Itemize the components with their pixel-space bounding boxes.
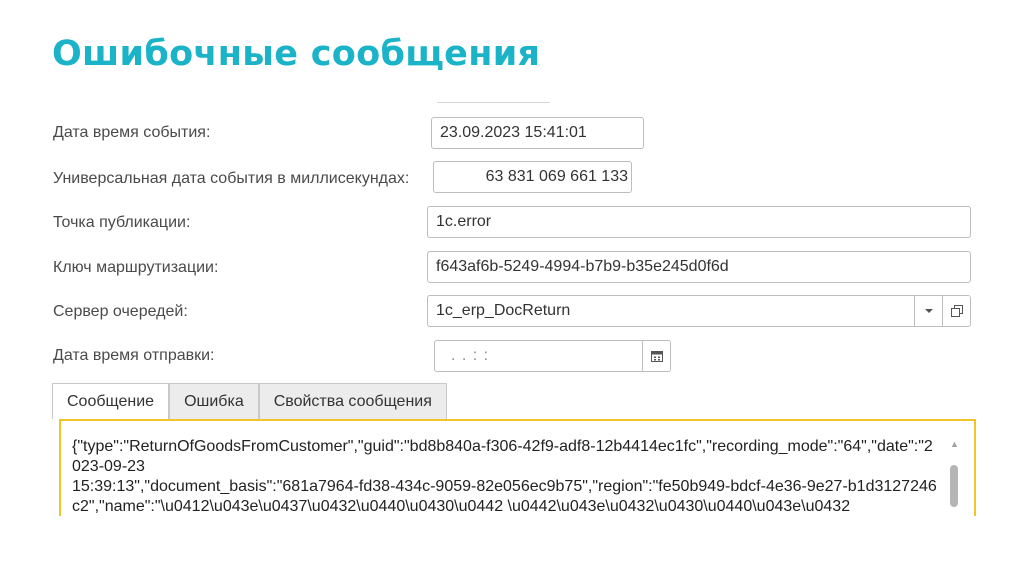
universal-ms-field[interactable]: 63 831 069 661 133: [433, 161, 632, 193]
scroll-up-icon[interactable]: ▲: [950, 439, 959, 449]
chevron-down-icon: [924, 309, 933, 313]
vertical-scrollbar[interactable]: ▲: [948, 439, 960, 516]
queue-server-select[interactable]: 1c_erp_DocReturn: [427, 295, 971, 327]
queue-server-value: 1c_erp_DocReturn: [436, 302, 571, 319]
event-datetime-field[interactable]: 23.09.2023 15:41:01: [431, 117, 644, 149]
routing-key-field[interactable]: f643af6b-5249-4994-b7b9-b35e245d0f6d: [427, 251, 971, 283]
send-datetime-value: . . : :: [451, 347, 490, 364]
publish-point-label: Точка публикации:: [53, 214, 191, 231]
dropdown-button[interactable]: [914, 296, 942, 326]
publish-point-field[interactable]: 1c.error: [427, 206, 971, 238]
send-datetime-field[interactable]: . . : :: [434, 340, 671, 372]
open-in-window-icon: [950, 305, 963, 317]
routing-key-label: Ключ маршрутизации:: [53, 259, 219, 276]
open-button[interactable]: [942, 296, 970, 326]
send-datetime-label: Дата время отправки:: [53, 347, 215, 364]
message-textarea[interactable]: {"type":"ReturnOfGoodsFromCustomer","gui…: [59, 419, 976, 516]
calendar-icon: [650, 351, 663, 362]
scroll-thumb[interactable]: [950, 465, 958, 507]
tab-error[interactable]: Ошибка: [169, 383, 259, 419]
top-field-edge: [437, 102, 550, 103]
message-text: {"type":"ReturnOfGoodsFromCustomer","gui…: [72, 438, 937, 515]
tab-message[interactable]: Сообщение: [52, 383, 170, 419]
calendar-button[interactable]: [642, 341, 670, 371]
queue-server-label: Сервер очередей:: [53, 303, 188, 320]
universal-ms-label: Универсальная дата события в миллисекунд…: [53, 170, 410, 187]
page-title: Ошибочные сообщения: [52, 34, 541, 74]
event-datetime-label: Дата время события:: [53, 124, 211, 141]
tab-message-properties[interactable]: Свойства сообщения: [258, 383, 447, 419]
tab-bar: Сообщение Ошибка Свойства сообщения: [52, 383, 447, 419]
